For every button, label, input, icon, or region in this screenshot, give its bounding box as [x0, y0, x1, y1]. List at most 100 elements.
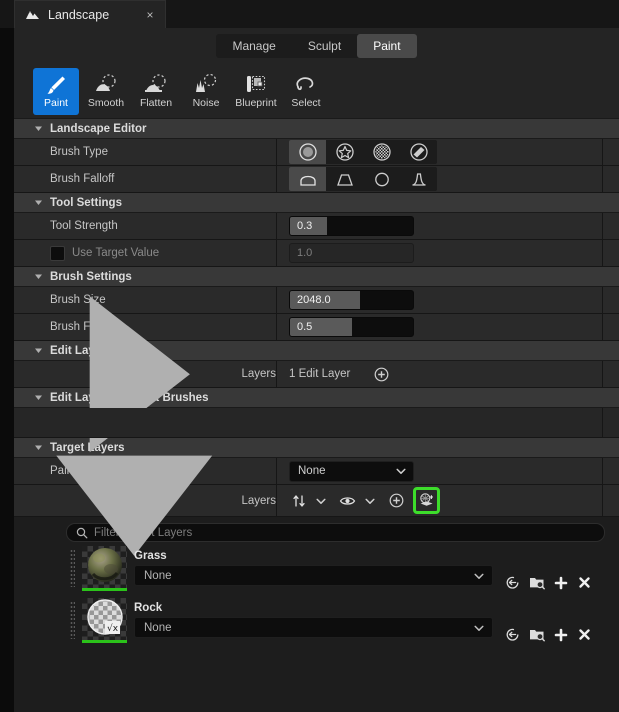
- brush-falloff-slider[interactable]: 0.5: [289, 317, 414, 337]
- eye-icon: [339, 496, 356, 505]
- row-label: Brush Falloff: [14, 166, 277, 192]
- row-label: Brush Type: [14, 139, 277, 165]
- layer-thumbnail-rock[interactable]: √x: [82, 597, 127, 643]
- section-title: Landscape Editor: [50, 122, 147, 135]
- layer-actions-grass: [504, 574, 605, 594]
- falloff-smooth[interactable]: [289, 167, 326, 191]
- column-divider: [602, 287, 603, 313]
- falloff-spherical[interactable]: [363, 167, 400, 191]
- column-divider: [602, 213, 603, 239]
- add-layer-button[interactable]: [387, 491, 406, 510]
- tool-paint[interactable]: Paint: [33, 67, 79, 115]
- create-layer-info-button[interactable]: [552, 574, 569, 591]
- brush-falloff-group: [289, 167, 437, 191]
- layer-thumbnail-grass[interactable]: [82, 545, 127, 591]
- brush-pattern-icon: [372, 143, 391, 161]
- brush-type-circle[interactable]: [289, 140, 326, 164]
- sort-button[interactable]: [289, 491, 308, 510]
- row-target-layers-toolbar: Layers: [14, 455, 619, 557]
- drag-handle[interactable]: [70, 601, 75, 639]
- visibility-button[interactable]: [338, 491, 357, 510]
- layers-stack-icon: [420, 493, 433, 506]
- plus-circle-icon: [389, 493, 404, 508]
- mode-tab-paint[interactable]: Paint: [357, 34, 417, 58]
- create-layer-info-button[interactable]: [552, 626, 569, 643]
- target-value-field[interactable]: 1.0: [289, 243, 414, 263]
- row-brush-type: Brush Type: [14, 139, 619, 166]
- brush-type-alpha[interactable]: [326, 140, 363, 164]
- layer-material-dropdown[interactable]: None: [134, 617, 493, 638]
- falloff-linear-icon: [336, 174, 353, 186]
- left-gutter: [0, 28, 14, 712]
- tool-label: Noise: [192, 97, 220, 109]
- row-tool-strength: Tool Strength 0.3: [14, 213, 619, 240]
- remove-layer-button[interactable]: [576, 626, 593, 643]
- edit-layer-count: 1 Edit Layer: [289, 368, 351, 380]
- brush-component-icon: [409, 143, 428, 161]
- visibility-dropdown[interactable]: [360, 491, 379, 510]
- chevron-down-icon: [474, 625, 484, 631]
- noise-icon: [196, 73, 217, 92]
- falloff-tip[interactable]: [400, 167, 437, 191]
- brush-type-pattern[interactable]: [363, 140, 400, 164]
- section-tool-settings[interactable]: Tool Settings: [14, 193, 619, 213]
- sort-dropdown[interactable]: [311, 491, 330, 510]
- plus-icon: [554, 628, 567, 641]
- drag-handle[interactable]: [70, 549, 75, 587]
- tool-blueprint[interactable]: Blueprint: [233, 68, 279, 115]
- mode-tab-bar: Manage Sculpt Paint: [14, 28, 619, 64]
- falloff-smooth-icon: [299, 175, 316, 186]
- tab-landscape[interactable]: Landscape ×: [14, 0, 166, 28]
- svg-text:√x: √x: [106, 623, 118, 634]
- close-x-icon: [579, 629, 590, 640]
- layer-actions-rock: [504, 626, 605, 646]
- paint-brush-icon: [47, 76, 65, 94]
- tool-label: Paint: [44, 97, 68, 109]
- section-landscape-editor[interactable]: Landscape Editor: [14, 119, 619, 139]
- tool-label: Smooth: [87, 97, 125, 109]
- column-divider: [602, 485, 603, 516]
- painting-restriction-dropdown[interactable]: None: [289, 460, 414, 482]
- brush-type-component[interactable]: [400, 140, 437, 164]
- row-label: Layers: [241, 368, 276, 380]
- reset-layer-button[interactable]: [504, 574, 521, 591]
- row-brush-falloff-type: Brush Falloff: [14, 166, 619, 193]
- column-divider: [602, 240, 603, 266]
- use-target-value-checkbox[interactable]: [50, 245, 65, 261]
- falloff-tip-icon: [411, 173, 426, 186]
- plus-circle-icon: [374, 367, 389, 381]
- falloff-linear[interactable]: [326, 167, 363, 191]
- tool-strength-slider[interactable]: 0.3: [289, 216, 414, 236]
- browse-to-asset-button[interactable]: [528, 626, 545, 643]
- layer-material-dropdown[interactable]: None: [134, 565, 493, 586]
- target-layer-row-rock[interactable]: √x Rock None: [28, 594, 605, 646]
- browse-folder-icon: [529, 578, 545, 590]
- sort-icon: [292, 494, 305, 507]
- tool-smooth[interactable]: Smooth: [83, 68, 129, 115]
- row-label-wrap: Use Target Value: [14, 240, 277, 266]
- tool-select[interactable]: Select: [283, 68, 329, 115]
- row-label: Layers: [241, 494, 276, 507]
- row-label-wrap: Layers: [14, 455, 277, 557]
- add-edit-layer-button[interactable]: [372, 365, 391, 384]
- column-divider: [602, 314, 603, 340]
- tool-strip: Paint Smooth Flatten Noise Blueprint Sel…: [14, 64, 619, 119]
- column-divider: [602, 139, 603, 165]
- flatten-icon: [145, 74, 166, 92]
- browse-to-asset-button[interactable]: [528, 574, 545, 591]
- mode-tab-manage[interactable]: Manage: [216, 34, 291, 58]
- row-use-target-value: Use Target Value 1.0: [14, 240, 619, 267]
- remove-layer-button[interactable]: [576, 574, 593, 591]
- target-layer-options-button[interactable]: [413, 487, 440, 514]
- brush-size-slider[interactable]: 2048.0: [289, 290, 414, 310]
- landscape-panel: Landscape × Manage Sculpt Paint Paint Sm…: [0, 0, 619, 712]
- brush-alpha-icon: [335, 143, 354, 161]
- close-icon[interactable]: ×: [143, 8, 157, 22]
- select-lasso-icon: [296, 77, 314, 91]
- reset-layer-button[interactable]: [504, 626, 521, 643]
- target-layer-row-grass[interactable]: Grass None: [28, 542, 605, 594]
- tool-flatten[interactable]: Flatten: [133, 68, 179, 115]
- tool-noise[interactable]: Noise: [183, 68, 229, 115]
- mode-tab-sculpt[interactable]: Sculpt: [292, 34, 357, 58]
- property-list: Landscape Editor Brush Type Brush Fallof…: [14, 119, 619, 712]
